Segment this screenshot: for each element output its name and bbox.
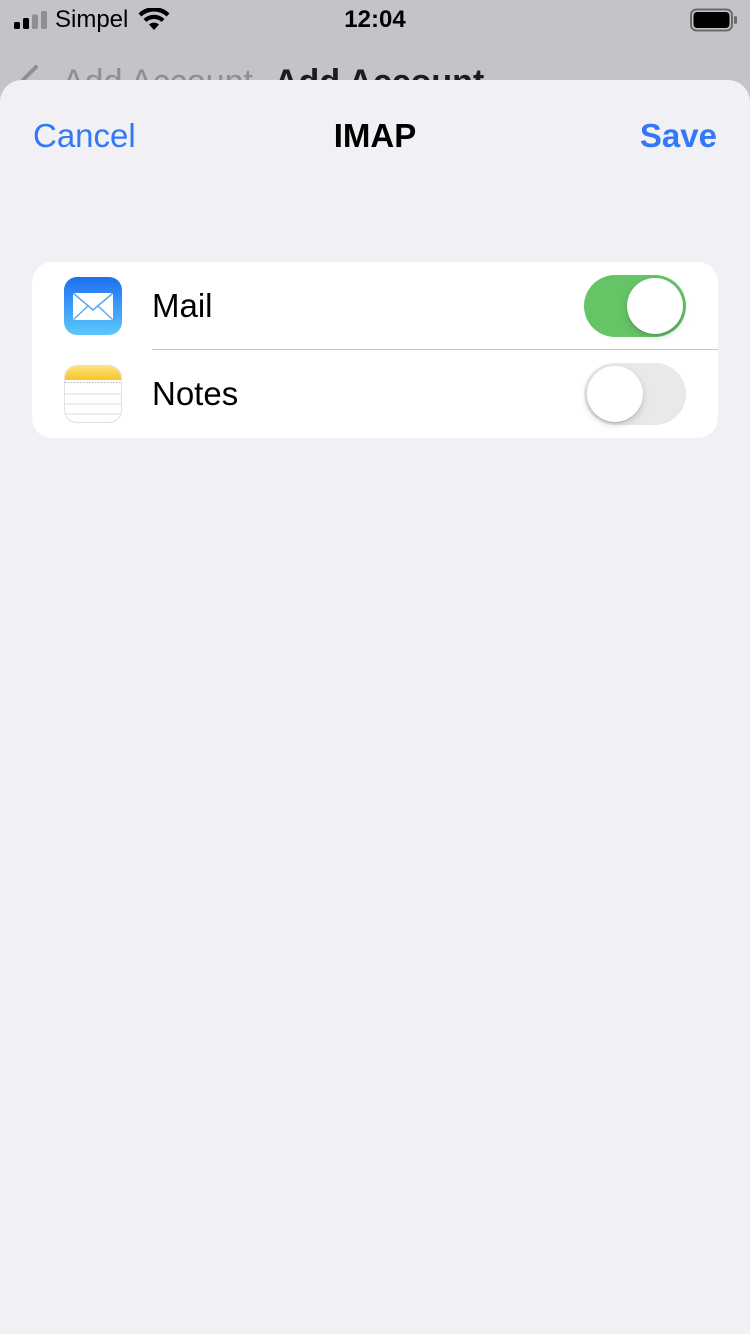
toggle-knob [627,278,683,334]
screen: Simpel 12:04 Add Account Add Account Can… [0,0,750,1334]
sheet-title: IMAP [333,117,417,154]
battery-icon [690,8,737,32]
mail-toggle[interactable] [584,275,686,337]
sheet-navigation-bar: Cancel IMAP Save [0,80,750,192]
imap-settings-sheet: Cancel IMAP Save Mail Notes [0,80,750,1334]
status-time: 12:04 [344,6,406,33]
notes-icon [64,365,122,423]
mail-icon [64,277,122,335]
toggle-knob [587,366,643,422]
notes-toggle[interactable] [584,363,686,425]
account-services-list: Mail Notes [32,262,718,438]
save-button[interactable]: Save [640,116,717,156]
notes-label: Notes [152,375,239,412]
list-item-mail: Mail [32,262,718,350]
status-bar: Simpel 12:04 [0,0,750,40]
list-item-notes: Notes [32,350,718,438]
mail-label: Mail [152,287,213,324]
